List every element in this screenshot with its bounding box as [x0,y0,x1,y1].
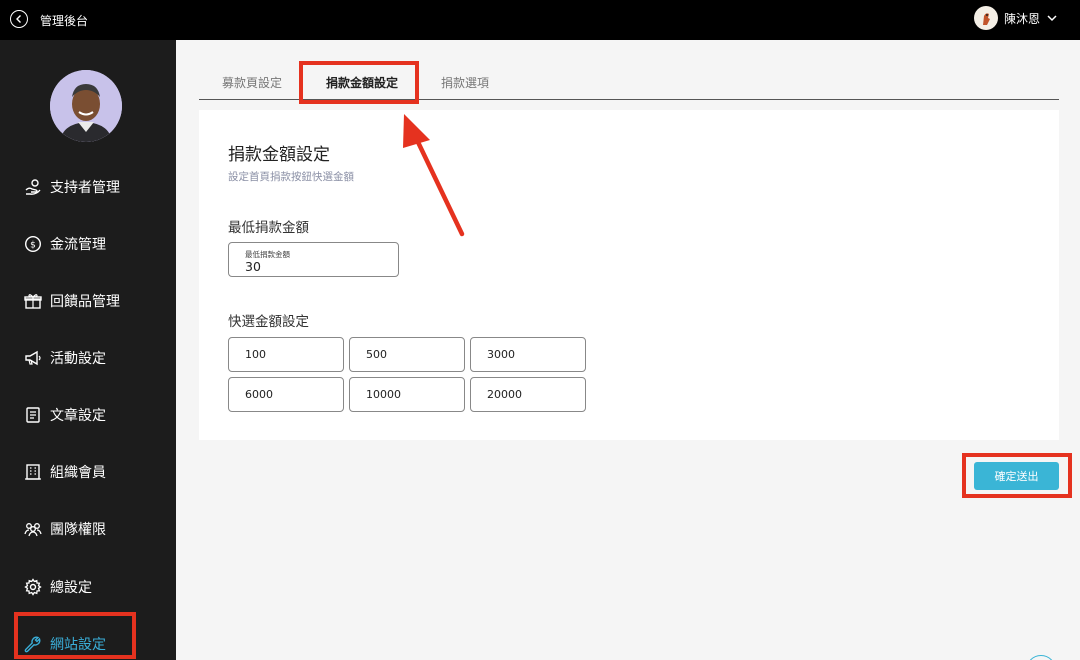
annotation-arrow [403,114,465,237]
